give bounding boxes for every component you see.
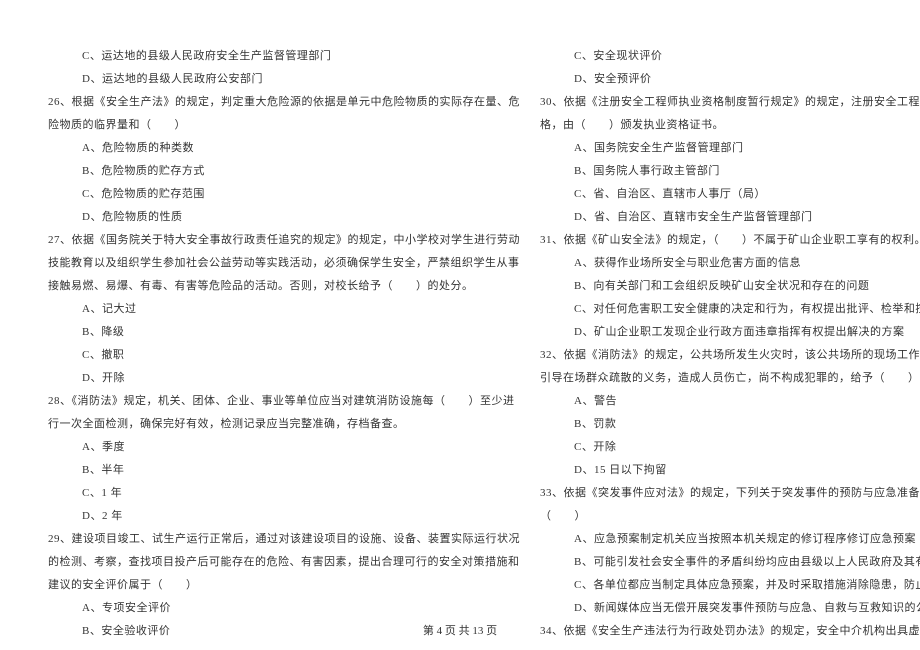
exam-option: C、撤职 — [48, 344, 520, 367]
exam-option: B、危险物质的贮存方式 — [48, 160, 520, 183]
exam-option: B、国务院人事行政主管部门 — [540, 160, 920, 183]
exam-option: A、警告 — [540, 390, 920, 413]
exam-question-line: （ ） — [540, 505, 920, 528]
exam-option: C、开除 — [540, 436, 920, 459]
exam-option: D、运达地的县级人民政府公安部门 — [48, 68, 520, 91]
exam-question-line: 行一次全面检测，确保完好有效，检测记录应当完整准确，存档备查。 — [48, 413, 520, 436]
exam-option: C、对任何危害职工安全健康的决定和行为，有权提出批评、检举和控告 — [540, 298, 920, 321]
exam-option: C、安全现状评价 — [540, 45, 920, 68]
exam-question-line: 格，由（ ）颁发执业资格证书。 — [540, 114, 920, 137]
exam-option: B、向有关部门和工会组织反映矿山安全状况和存在的问题 — [540, 275, 920, 298]
exam-option: B、降级 — [48, 321, 520, 344]
exam-question-line: 技能教育以及组织学生参加社会公益劳动等实践活动，必须确保学生安全，严禁组织学生从… — [48, 252, 520, 275]
exam-option: D、危险物质的性质 — [48, 206, 520, 229]
exam-question-line: 建议的安全评价属于（ ） — [48, 574, 520, 597]
exam-option: C、1 年 — [48, 482, 520, 505]
exam-question-line: 33、依据《突发事件应对法》的规定，下列关于突发事件的预防与应急准备的说法，正确… — [540, 482, 920, 505]
exam-option: A、记大过 — [48, 298, 520, 321]
exam-option: D、15 日以下拘留 — [540, 459, 920, 482]
exam-option: B、半年 — [48, 459, 520, 482]
exam-question-line: 接触易燃、易爆、有毒、有害等危险品的活动。否则，对校长给予（ ）的处分。 — [48, 275, 520, 298]
exam-option: A、危险物质的种类数 — [48, 137, 520, 160]
page-footer: 第 4 页 共 13 页 — [0, 622, 920, 638]
exam-question-line: 的检测、考察，查找项目投产后可能存在的危险、有害因素，提出合理可行的安全对策措施… — [48, 551, 520, 574]
exam-option: D、2 年 — [48, 505, 520, 528]
exam-option: D、新闻媒体应当无偿开展突发事件预防与应急、自救与互救知识的公益宣传 — [540, 597, 920, 620]
exam-option: C、运达地的县级人民政府安全生产监督管理部门 — [48, 45, 520, 68]
exam-option: A、专项安全评价 — [48, 597, 520, 620]
exam-question-line: 引导在场群众疏散的义务，造成人员伤亡，尚不构成犯罪的，给予（ ） — [540, 367, 920, 390]
exam-option: C、危险物质的贮存范围 — [48, 183, 520, 206]
exam-question-line: 险物质的临界量和（ ） — [48, 114, 520, 137]
exam-option: B、罚款 — [540, 413, 920, 436]
exam-question-line: 28、《消防法》规定，机关、团体、企业、事业等单位应当对建筑消防设施每（ ）至少… — [48, 390, 520, 413]
exam-option: A、季度 — [48, 436, 520, 459]
exam-question-line: 31、依据《矿山安全法》的规定，（ ）不属于矿山企业职工享有的权利。 — [540, 229, 920, 252]
exam-question-line: 32、依据《消防法》的规定，公共场所发生火灾时，该公共场所的现场工作人员不履行组… — [540, 344, 920, 367]
exam-option: D、省、自治区、直辖市安全生产监督管理部门 — [540, 206, 920, 229]
exam-option: A、获得作业场所安全与职业危害方面的信息 — [540, 252, 920, 275]
exam-question-line: 30、依据《注册安全工程师执业资格制度暂行规定》的规定，注册安全工程师执业资格考… — [540, 91, 920, 114]
exam-option: D、矿山企业职工发现企业行政方面违章指挥有权提出解决的方案 — [540, 321, 920, 344]
exam-question-line: 26、根据《安全生产法》的规定，判定重大危险源的依据是单元中危险物质的实际存在量… — [48, 91, 520, 114]
exam-option: A、应急预案制定机关应当按照本机关规定的修订程序修订应急预案 — [540, 528, 920, 551]
exam-option: B、可能引发社会安全事件的矛盾纠纷均应由县级以上人民政府及其有关部门负责调解处理 — [540, 551, 920, 574]
left-column: C、运达地的县级人民政府安全生产监督管理部门D、运达地的县级人民政府公安部门26… — [48, 45, 520, 620]
exam-option: D、开除 — [48, 367, 520, 390]
exam-option: C、各单位都应当制定具体应急预案，并及时采取措施消除隐患，防止发生突发事件 — [540, 574, 920, 597]
right-column: C、安全现状评价D、安全预评价30、依据《注册安全工程师执业资格制度暂行规定》的… — [540, 45, 920, 620]
exam-option: D、安全预评价 — [540, 68, 920, 91]
exam-option: C、省、自治区、直辖市人事厅（局） — [540, 183, 920, 206]
exam-option: A、国务院安全生产监督管理部门 — [540, 137, 920, 160]
exam-question-line: 29、建设项目竣工、试生产运行正常后，通过对该建设项目的设施、设备、装置实际运行… — [48, 528, 520, 551]
exam-question-line: 27、依据《国务院关于特大安全事故行政责任追究的规定》的规定，中小学校对学生进行… — [48, 229, 520, 252]
